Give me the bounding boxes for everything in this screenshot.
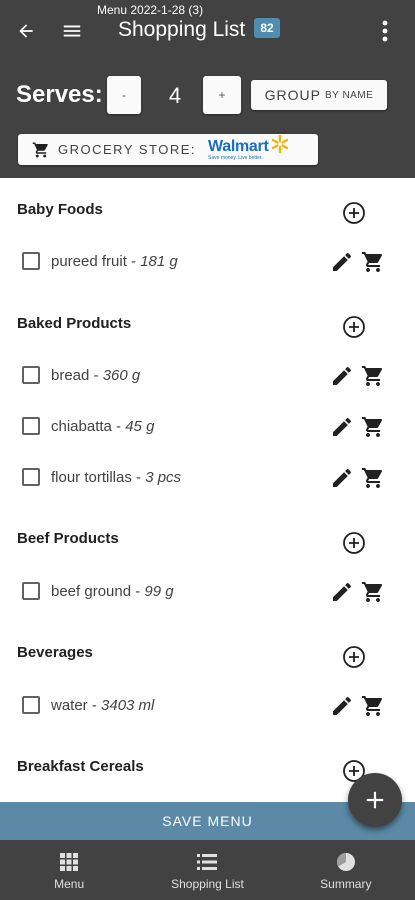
edit-icon[interactable] [330,415,354,439]
add-circle-icon [343,202,365,224]
decrease-serves-button[interactable]: - [107,76,141,114]
cart-icon[interactable] [361,694,385,718]
item-checkbox[interactable] [22,582,40,600]
category-title: Beef Products [17,530,119,547]
add-item-button[interactable] [342,315,366,339]
add-circle-icon [343,532,365,554]
hamburger-icon [63,25,81,37]
nav-summary-label: Summary [320,877,372,891]
list-item-text: water - 3403 ml [51,697,154,714]
item-checkbox[interactable] [22,366,40,384]
item-quantity: 45 g [125,418,155,435]
item-quantity: 181 g [140,253,178,270]
edit-icon[interactable] [330,694,354,718]
add-item-button[interactable] [342,645,366,669]
list-icon [196,851,218,873]
edit-icon[interactable] [330,580,354,604]
nav-summary[interactable]: Summary [277,840,415,900]
item-quantity: 360 g [102,367,141,384]
cart-icon[interactable] [361,466,385,490]
grid-icon [58,851,80,873]
edit-icon[interactable] [330,250,354,274]
category-title: Breakfast Cereals [17,758,144,775]
grocery-store-button[interactable]: GROCERY STORE: Walmart Save money. Live … [18,134,318,165]
category-title: Beverages [17,644,93,661]
item-count-badge: 82 [254,18,280,38]
bottom-navigation: Menu Shopping List Summary [0,840,415,900]
pie-chart-icon [335,851,357,873]
nav-shopping-list[interactable]: Shopping List [138,840,276,900]
more-vert-icon [382,20,388,42]
overflow-menu-button[interactable] [376,17,394,45]
item-quantity: 3 pcs [145,469,182,486]
edit-icon[interactable] [330,466,354,490]
item-quantity: 99 g [144,583,174,600]
plus-icon [366,791,384,809]
walmart-spark-icon [270,134,290,159]
app-header: Menu 2022-1-28 (3) Shopping List 82 Serv… [0,0,415,178]
item-name: pureed fruit - [51,253,141,270]
item-name: water - [51,697,102,714]
cart-icon[interactable] [361,415,385,439]
add-fab-button[interactable] [348,773,402,827]
group-label: GROUP [264,87,321,103]
item-name: flour tortillas - [51,469,146,486]
item-checkbox[interactable] [22,252,40,270]
item-name: bread - [51,367,103,384]
nav-menu[interactable]: Menu [0,840,138,900]
add-circle-icon [343,646,365,668]
list-item-text: pureed fruit - 181 g [51,253,178,270]
item-checkbox[interactable] [22,696,40,714]
cart-icon[interactable] [361,364,385,388]
add-circle-icon [343,316,365,338]
item-name: chiabatta - [51,418,126,435]
page-title: Shopping List [118,18,246,41]
menu-button[interactable] [58,17,86,45]
item-quantity: 3403 ml [101,697,155,714]
store-name: Walmart [208,137,269,155]
list-item-text: beef ground - 99 g [51,583,174,600]
serves-label: Serves: [16,81,103,108]
list-item-text: bread - 360 g [51,367,140,384]
serves-value: 4 [168,83,182,108]
category-title: Baby Foods [17,201,103,218]
cart-icon[interactable] [361,580,385,604]
nav-shopping-list-label: Shopping List [171,877,244,891]
nav-menu-label: Menu [54,877,85,891]
walmart-logo: Walmart Save money. Live better. [208,137,269,161]
arrow-back-icon [19,24,33,38]
grocery-store-label: GROCERY STORE: [58,142,197,157]
group-by-label: BY NAME [325,89,374,101]
item-checkbox[interactable] [22,468,40,486]
shopping-list[interactable]: Baby Foods pureed fruit - 181 g Baked Pr… [0,178,415,802]
store-tagline: Save money. Live better. [208,154,263,161]
group-by-name-button[interactable]: GROUP BY NAME [251,80,387,110]
edit-icon[interactable] [330,364,354,388]
cart-icon [32,141,50,159]
list-item-text: chiabatta - 45 g [51,418,154,435]
add-item-button[interactable] [342,531,366,555]
increase-serves-button[interactable]: + [203,76,241,114]
menu-subtitle: Menu 2022-1-28 (3) [97,3,204,17]
add-item-button[interactable] [342,201,366,225]
cart-icon[interactable] [361,250,385,274]
top-app-bar: Menu 2022-1-28 (3) Shopping List 82 [0,0,415,62]
item-name: beef ground - [51,583,145,600]
list-item-text: flour tortillas - 3 pcs [51,469,181,486]
back-button[interactable] [12,17,40,45]
item-checkbox[interactable] [22,417,40,435]
category-title: Baked Products [17,315,132,332]
